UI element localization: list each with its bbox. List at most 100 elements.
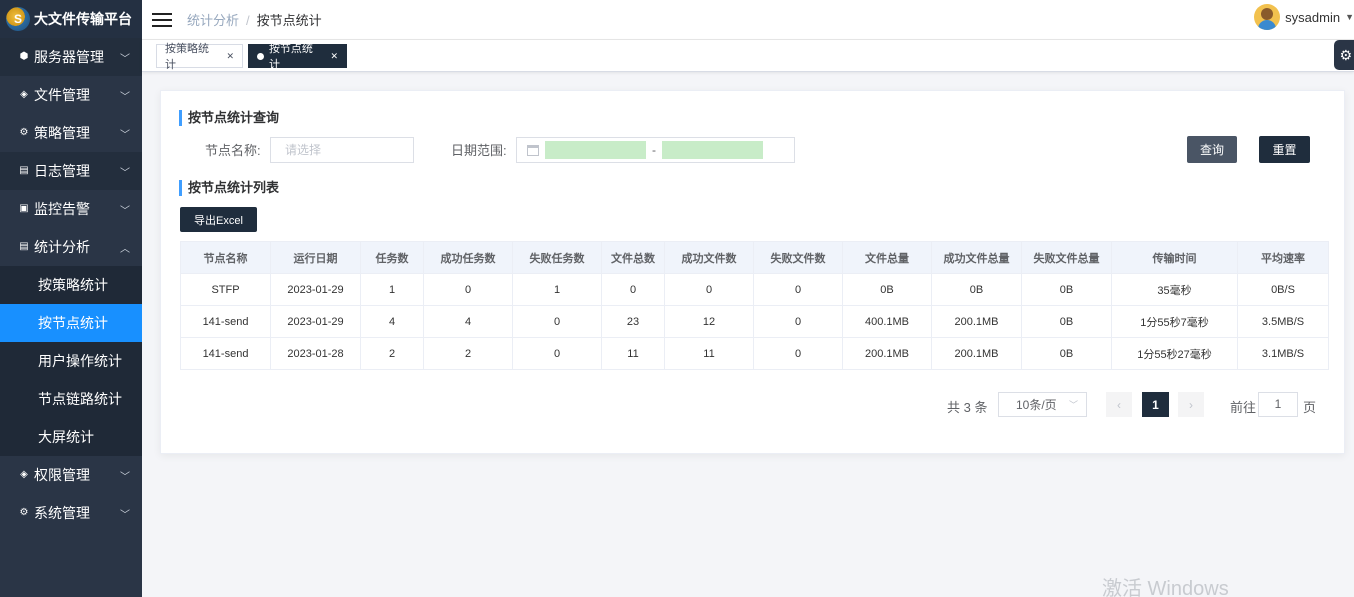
sidebar-item-stats[interactable]: ▤ 统计分析 ︿ [0,228,142,266]
table-cell: 0 [753,273,843,306]
table-cell: 141-send [180,337,271,370]
goto-page-input[interactable]: 1 [1258,392,1298,417]
sidebar-item-label: 日志管理 [34,163,90,179]
table-cell: 0 [512,337,602,370]
column-header: 节点名称 [180,241,271,274]
reset-button[interactable]: 重置 [1259,136,1310,163]
column-header: 文件总数 [601,241,665,274]
close-icon[interactable]: ✕ [330,51,338,62]
sidebar-subitem-node-link-stats[interactable]: 节点链路统计 [0,380,142,418]
system-icon: ⚙ [19,507,29,518]
table-cell: 200.1MB [931,337,1022,370]
table-cell: 11 [601,337,665,370]
top-navbar: 统计分析 / 按节点统计 sysadmin ▼ [142,0,1354,40]
table-cell: 2 [423,337,513,370]
table-cell: 1 [360,273,424,306]
table-cell: 0B [1021,305,1112,338]
column-header: 成功文件总量 [931,241,1022,274]
table-cell: 0B [1021,337,1112,370]
table-cell: 4 [423,305,513,338]
breadcrumb-parent[interactable]: 统计分析 [187,13,239,28]
column-header: 成功文件数 [664,241,754,274]
table-cell: 4 [360,305,424,338]
sidebar-subitem-strategy-stats[interactable]: 按策略统计 [0,266,142,304]
sidebar-subitem-node-stats[interactable]: 按节点统计 [0,304,142,342]
tags-view: 按策略统计 ✕ 按节点统计 ✕ ⚙ [142,40,1354,72]
column-header: 平均速率 [1237,241,1329,274]
node-stats-table: 节点名称 运行日期 任务数 成功任务数 失败任务数 文件总数 成功文件数 失败文… [180,241,1329,370]
table-cell: 141-send [180,305,271,338]
tag-node-stats[interactable]: 按节点统计 ✕ [248,43,347,71]
calendar-icon [527,144,539,156]
prev-page-button[interactable]: ‹ [1106,392,1132,417]
monitor-icon: ▣ [19,203,29,214]
chevron-down-icon: ﹀ [120,91,130,103]
settings-gear-icon[interactable]: ⚙ [1334,40,1354,70]
sidebar-item-label: 权限管理 [34,467,90,483]
goto-unit-label: 页 [1303,400,1317,415]
sidebar-item-log[interactable]: ▤ 日志管理 ﹀ [0,152,142,190]
page-size-select[interactable]: 10条/页 ﹀ [998,392,1087,417]
table-cell: 0 [753,337,843,370]
table-cell: 1分55秒27毫秒 [1111,337,1238,370]
column-header: 失败任务数 [512,241,602,274]
sidebar-subitem-screen-stats[interactable]: 大屏统计 [0,418,142,456]
table-cell: 2023-01-29 [270,273,361,306]
active-dot-icon [257,52,264,60]
main-card: 按节点统计查询 节点名称: 请选择 日期范围: - 查询 重置 按节点统计列表 … [160,90,1345,454]
sidebar-item-file[interactable]: ◈ 文件管理 ﹀ [0,76,142,114]
table-cell: 0 [664,273,754,306]
hamburger-menu-icon[interactable] [152,12,172,27]
chevron-down-icon: ﹀ [120,205,130,217]
user-menu[interactable]: sysadmin ▼ [1254,4,1354,30]
avatar [1254,4,1281,30]
table-header-row: 节点名称 运行日期 任务数 成功任务数 失败任务数 文件总数 成功文件数 失败文… [180,241,1329,274]
sidebar-item-label: 文件管理 [34,87,90,103]
sidebar-item-permission[interactable]: ◈ 权限管理 ﹀ [0,456,142,494]
sidebar-item-label: 监控告警 [34,201,90,217]
caret-down-icon: ▼ [1345,12,1354,22]
chevron-down-icon: ﹀ [120,471,130,483]
chevron-down-icon: ﹀ [120,509,130,521]
table-cell: 0B [1021,273,1112,306]
query-section-title: 按节点统计查询 [179,110,279,126]
log-icon: ▤ [19,165,29,176]
table-cell: 200.1MB [931,305,1022,338]
node-name-select[interactable]: 请选择 [270,137,414,163]
table-cell: 1 [512,273,602,306]
stats-icon: ▤ [19,241,29,252]
table-row: STFP 2023-01-29 1 0 1 0 0 0 0B 0B 0B 35毫… [180,273,1329,306]
column-header: 失败文件数 [753,241,843,274]
export-excel-button[interactable]: 导出Excel [180,207,257,232]
sidebar: S 大文件传输平台 ⬢ 服务器管理 ﹀ ◈ 文件管理 ﹀ ⚙ 策略管理 ﹀ ▤ … [0,0,142,597]
start-date-input[interactable] [545,141,646,159]
app-logo[interactable]: S 大文件传输平台 [0,0,142,38]
sidebar-item-strategy[interactable]: ⚙ 策略管理 ﹀ [0,114,142,152]
next-page-button[interactable]: › [1178,392,1204,417]
end-date-input[interactable] [662,141,763,159]
list-section-title: 按节点统计列表 [179,180,279,196]
close-icon[interactable]: ✕ [226,51,234,62]
layers-icon: ◈ [20,89,28,100]
cube-icon: ⬢ [19,51,29,62]
node-name-label: 节点名称: [205,143,261,158]
sidebar-subitem-user-op-stats[interactable]: 用户操作统计 [0,342,142,380]
table-cell: 2023-01-29 [270,305,361,338]
table-row: 141-send 2023-01-28 2 2 0 11 11 0 200.1M… [180,337,1329,370]
page-number-current[interactable]: 1 [1142,392,1169,417]
table-cell: 400.1MB [842,305,932,338]
table-cell: 2023-01-28 [270,337,361,370]
column-header: 运行日期 [270,241,361,274]
column-header: 失败文件总量 [1021,241,1112,274]
chevron-down-icon: ﹀ [1068,400,1078,410]
windows-activation-watermark: 激活 Windows [1102,578,1229,597]
sidebar-item-system[interactable]: ⚙ 系统管理 ﹀ [0,494,142,532]
column-header: 传输时间 [1111,241,1238,274]
sidebar-item-monitor[interactable]: ▣ 监控告警 ﹀ [0,190,142,228]
tag-strategy-stats[interactable]: 按策略统计 ✕ [156,43,243,71]
query-button[interactable]: 查询 [1187,136,1237,163]
app-title: 大文件传输平台 [34,11,132,27]
sidebar-item-server[interactable]: ⬢ 服务器管理 ﹀ [0,38,142,76]
table-cell: 35毫秒 [1111,273,1238,306]
date-range-picker[interactable]: - [516,137,795,163]
